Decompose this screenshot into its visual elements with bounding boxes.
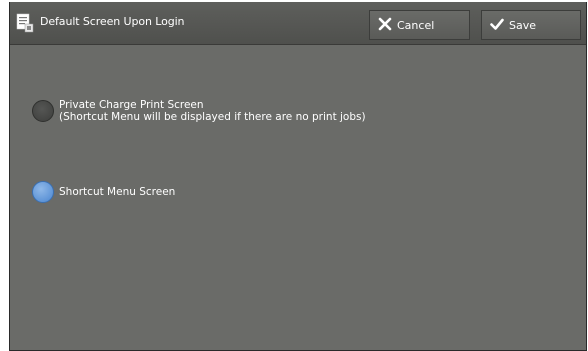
save-button-label: Save — [509, 18, 537, 32]
option-label: Shortcut Menu Screen — [59, 186, 175, 198]
checkmark-icon — [490, 17, 509, 34]
option-label: Private Charge Print Screen (Shortcut Me… — [59, 99, 366, 123]
option-label-line1: Private Charge Print Screen — [59, 99, 204, 111]
radio-button-selected[interactable] — [32, 181, 54, 203]
document-settings-icon — [16, 13, 34, 33]
option-label-line1: Shortcut Menu Screen — [59, 186, 176, 198]
option-label-line2: (Shortcut Menu will be displayed if ther… — [59, 111, 366, 123]
dialog-window: Default Screen Upon Login Cancel Save Pr… — [9, 2, 587, 351]
page-title: Default Screen Upon Login — [40, 15, 185, 28]
cancel-button-label: Cancel — [397, 18, 435, 32]
save-button[interactable]: Save — [481, 10, 581, 40]
cancel-button[interactable]: Cancel — [369, 10, 470, 40]
title-bar: Default Screen Upon Login Cancel Save — [10, 2, 586, 45]
radio-button-unselected[interactable] — [32, 100, 54, 122]
option-shortcut-menu-screen[interactable]: Shortcut Menu Screen — [32, 181, 175, 203]
x-icon — [378, 17, 397, 34]
option-private-charge-print-screen[interactable]: Private Charge Print Screen (Shortcut Me… — [32, 99, 366, 123]
